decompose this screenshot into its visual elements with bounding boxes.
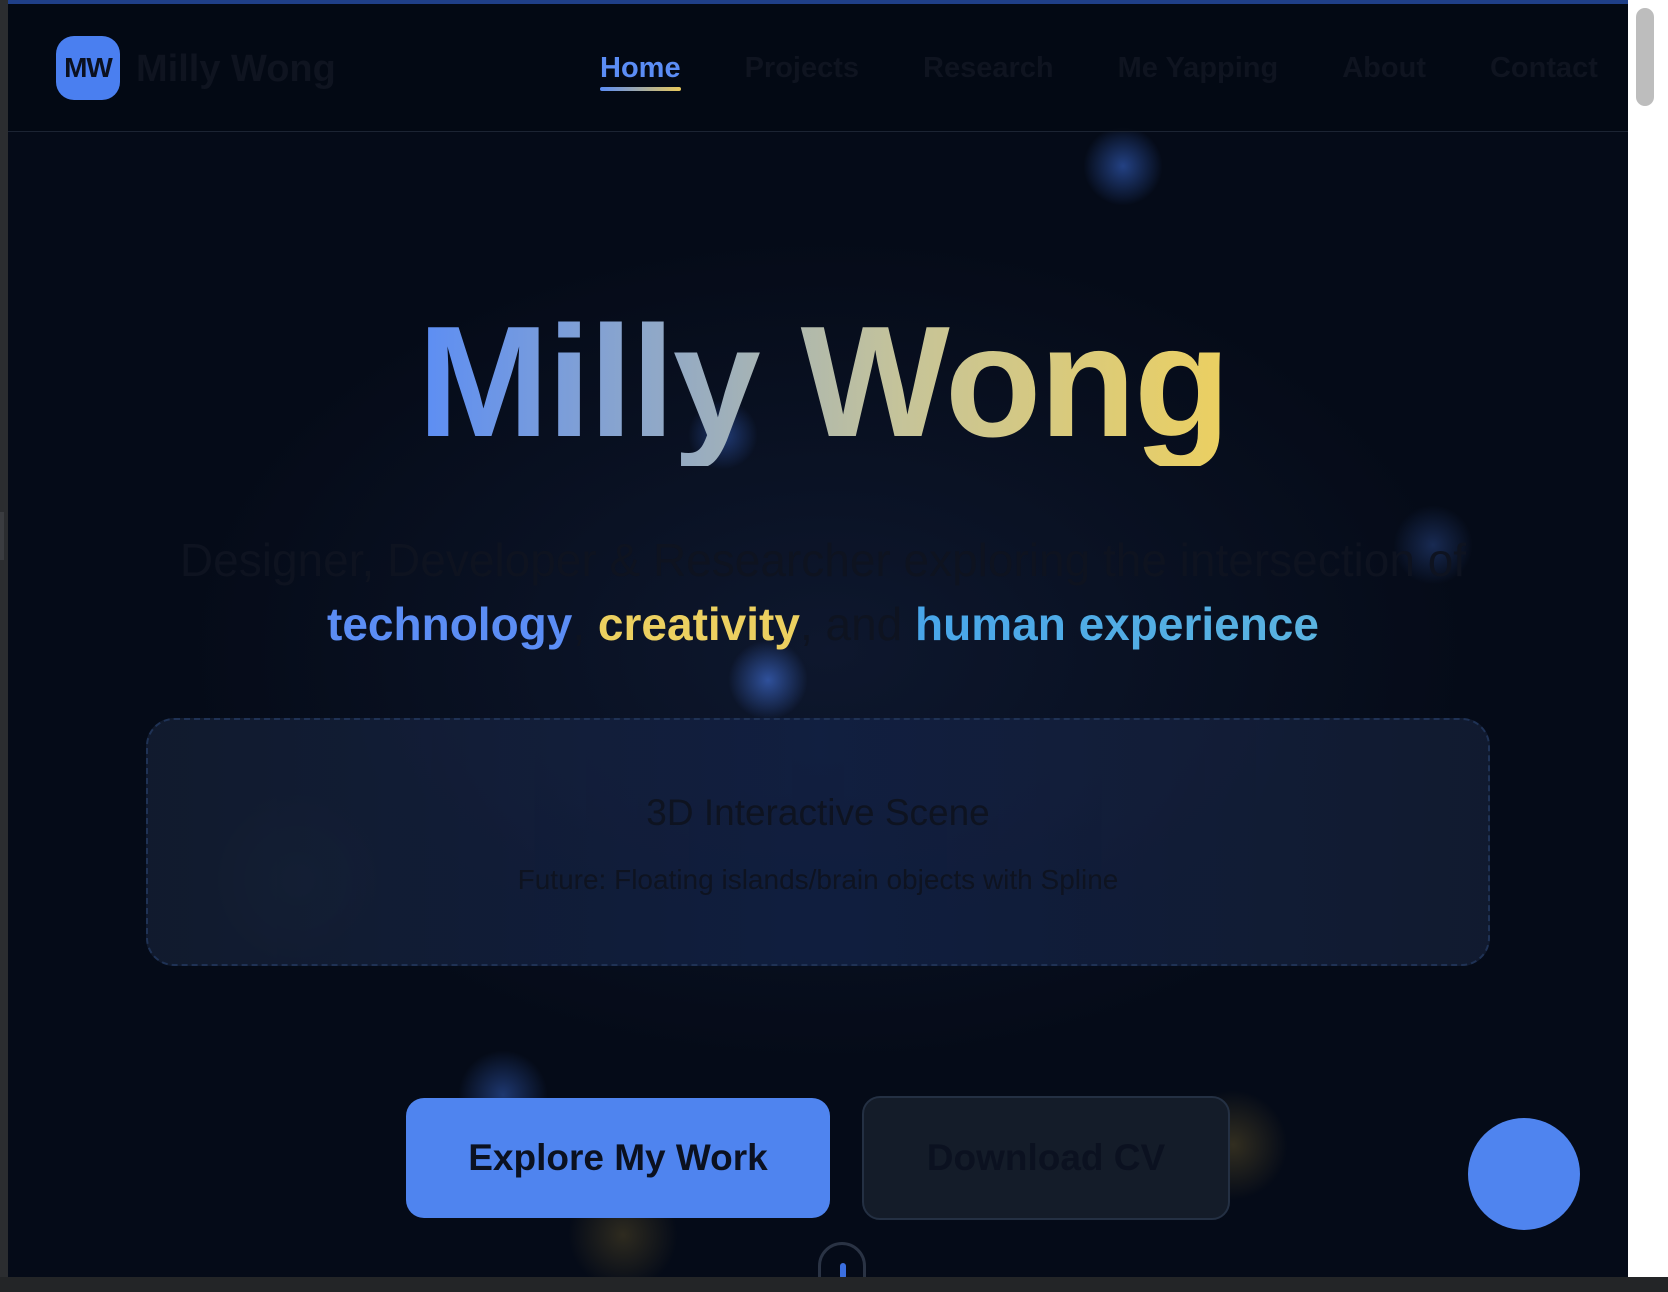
scroll-down-icon[interactable] xyxy=(818,1242,866,1277)
scene-title: 3D Interactive Scene xyxy=(646,792,990,833)
site-header: MW Milly Wong Home Projects Research Me … xyxy=(8,4,1628,132)
nav-item-contact[interactable]: Contact xyxy=(1490,52,1598,85)
scene-subtitle: Future: Floating islands/brain objects w… xyxy=(517,864,1119,895)
page-viewport: MW Milly Wong Home Projects Research Me … xyxy=(8,0,1628,1277)
subtitle-separator: , and xyxy=(799,598,916,650)
3d-scene-placeholder[interactable]: 3D Interactive Scene Future: Floating is… xyxy=(146,718,1490,966)
keyword-technology: technology xyxy=(327,598,573,650)
keyword-creativity: creativity xyxy=(597,598,800,650)
hero-subtitle: Designer, Developer & Researcher explori… xyxy=(68,528,1578,656)
window-left-edge xyxy=(0,0,8,1277)
nav-item-projects[interactable]: Projects xyxy=(745,52,859,85)
scrollbar-thumb[interactable] xyxy=(1636,8,1654,106)
download-cv-button[interactable]: Download CV xyxy=(862,1096,1230,1220)
hero-title: Milly Wong xyxy=(8,299,1628,466)
nav-item-about[interactable]: About xyxy=(1342,52,1426,85)
nav-item-home[interactable]: Home xyxy=(600,52,681,91)
explore-my-work-button[interactable]: Explore My Work xyxy=(406,1098,830,1218)
logo-badge[interactable]: MW xyxy=(56,36,120,100)
subtitle-prefix: Designer, Developer & Researcher explori… xyxy=(179,534,1467,586)
floating-action-button[interactable] xyxy=(1468,1118,1580,1230)
scroll-dot xyxy=(840,1263,846,1277)
glow-orb xyxy=(1083,126,1163,206)
nav-item-me-yapping[interactable]: Me Yapping xyxy=(1118,52,1279,85)
resize-handle[interactable] xyxy=(0,512,4,560)
keyword-human-experience: human experience xyxy=(915,598,1319,650)
window-bottom-edge xyxy=(0,1277,1668,1292)
main-nav: Home Projects Research Me Yapping About … xyxy=(600,52,1628,91)
scrollbar[interactable] xyxy=(1628,0,1668,1277)
subtitle-separator: , xyxy=(572,598,598,650)
logo-name[interactable]: Milly Wong xyxy=(136,48,336,91)
nav-item-research[interactable]: Research xyxy=(923,52,1054,85)
